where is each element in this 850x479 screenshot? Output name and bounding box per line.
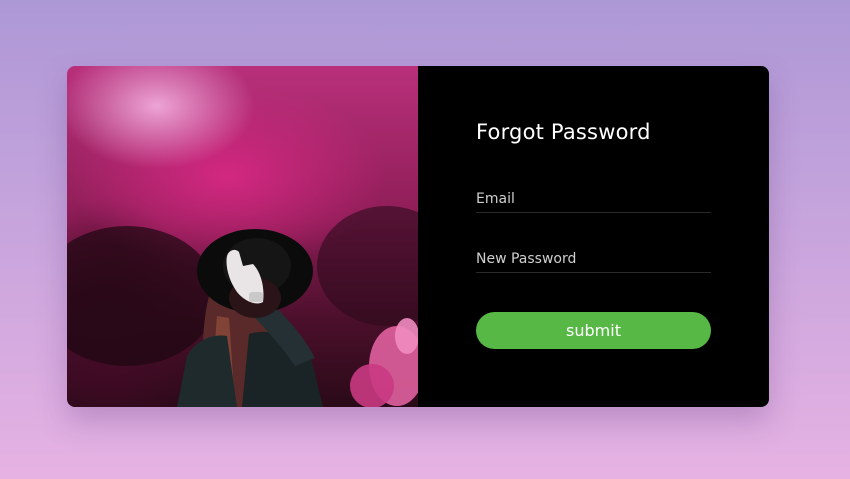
- email-field-wrapper: [476, 186, 711, 213]
- page-title: Forgot Password: [476, 120, 651, 144]
- new-password-field[interactable]: [476, 246, 711, 272]
- pink-smoke-bottom-right-3: [395, 318, 418, 354]
- new-password-field-wrapper: [476, 246, 711, 273]
- wristwatch: [249, 292, 263, 302]
- dark-smoke-left: [67, 226, 217, 366]
- dark-smoke-right: [317, 206, 418, 326]
- hero-photo: [67, 66, 418, 407]
- submit-button[interactable]: submit: [476, 312, 711, 349]
- pink-smoke-bottom-right-2: [350, 364, 394, 407]
- forgot-password-card: Forgot Password submit: [67, 66, 769, 407]
- photo-illustration: [67, 206, 418, 407]
- form-panel: Forgot Password submit: [418, 66, 769, 407]
- email-field[interactable]: [476, 186, 711, 212]
